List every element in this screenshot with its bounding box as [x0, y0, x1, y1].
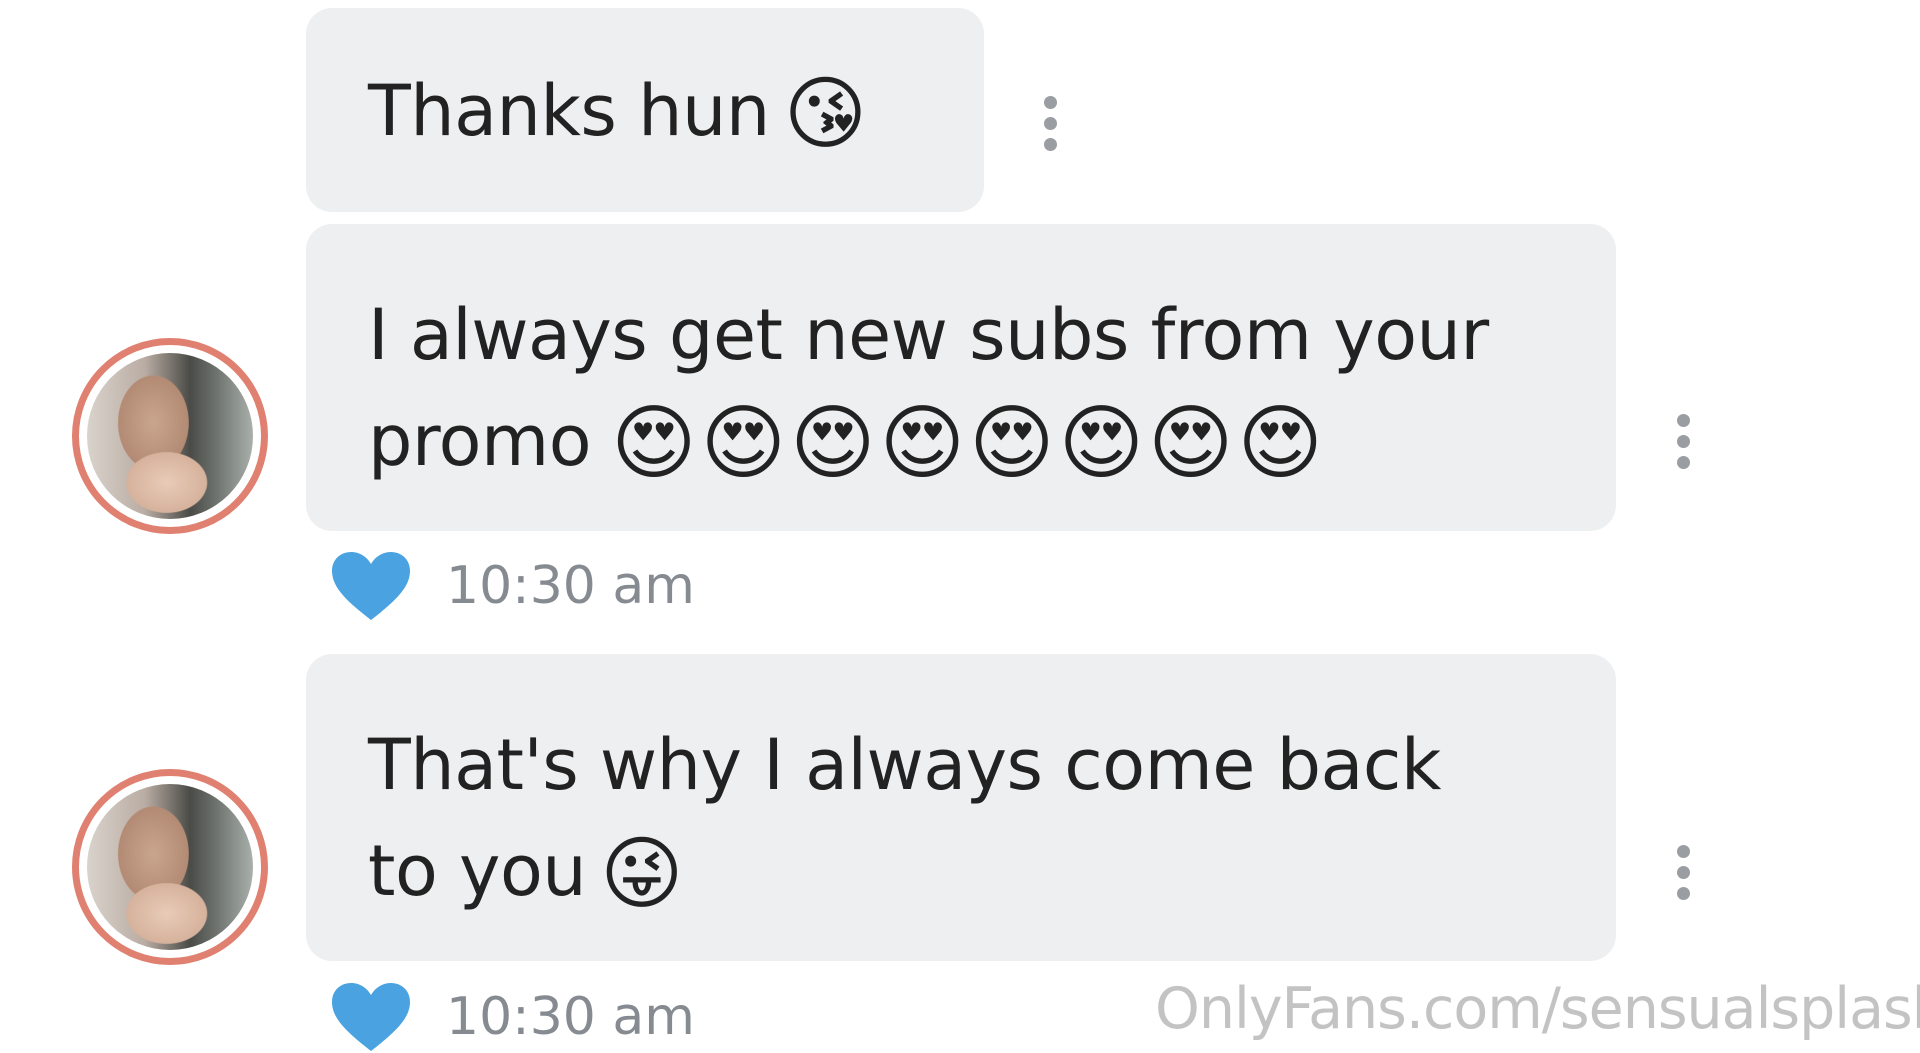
message-text-line: promo 😍😍😍😍😍😍😍😍	[368, 396, 1327, 491]
message-bubble[interactable]: I always get new subs from your promo 😍😍😍…	[306, 224, 1616, 531]
message-bubble[interactable]: That's why I always come back to you 😜	[306, 654, 1616, 961]
avatar[interactable]	[72, 338, 268, 534]
message-meta: 10:30 am	[330, 550, 695, 622]
heart-eyes-emoji: 😍😍😍😍😍😍😍😍	[611, 396, 1327, 491]
message-text: Thanks hun 😘	[368, 67, 867, 160]
message-timestamp: 10:30 am	[446, 556, 695, 616]
avatar[interactable]	[72, 769, 268, 965]
more-vertical-icon	[1676, 414, 1690, 427]
avatar-image	[87, 353, 253, 519]
message-meta: 10:30 am	[330, 981, 695, 1053]
kissing-face-emoji: 😘	[783, 67, 867, 160]
message-menu-button[interactable]	[1674, 414, 1692, 469]
message-bubble[interactable]: Thanks hun 😘	[306, 8, 984, 212]
winking-tongue-emoji: 😜	[600, 827, 684, 920]
message-text-line: to you 😜	[368, 827, 684, 920]
avatar-image	[87, 784, 253, 950]
message-menu-button[interactable]	[1041, 96, 1059, 151]
more-vertical-icon	[1676, 845, 1690, 858]
heart-icon[interactable]	[330, 550, 412, 622]
chat-thread: Thanks hun 😘 I always get new subs from y…	[0, 0, 1920, 1053]
message-text-line: I always get new subs from your	[368, 294, 1489, 376]
message-text-line: That's why I always come back	[368, 724, 1441, 806]
message-menu-button[interactable]	[1674, 845, 1692, 900]
watermark: OnlyFans.com/sensualsplash	[1155, 976, 1920, 1042]
heart-icon[interactable]	[330, 981, 412, 1053]
message-timestamp: 10:30 am	[446, 987, 695, 1047]
more-vertical-icon	[1043, 96, 1057, 109]
